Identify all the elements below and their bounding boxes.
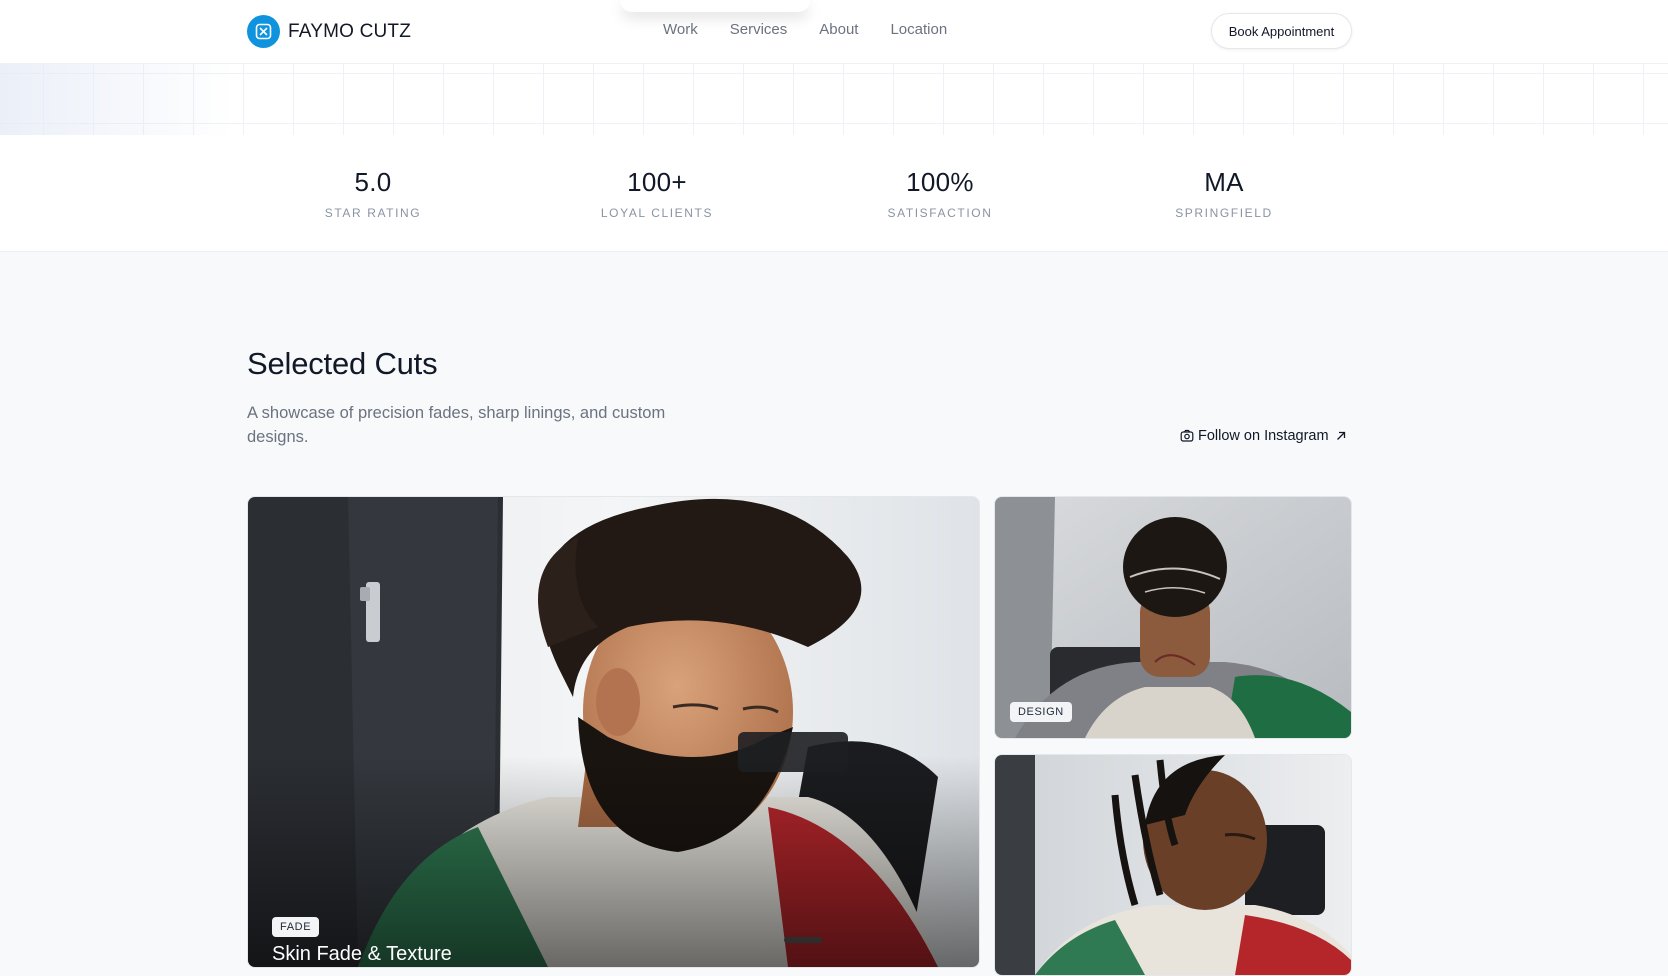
stat-value: 100+ xyxy=(627,167,687,197)
nav-shadow-decoration xyxy=(620,0,810,12)
nav-link-location[interactable]: Location xyxy=(890,21,947,38)
scroll-indicator xyxy=(784,937,822,943)
stat-value: 100% xyxy=(906,167,974,197)
brand-name: FAYMO CUTZ xyxy=(288,20,412,42)
barber-logo-icon xyxy=(247,15,280,48)
stat-value: MA xyxy=(1204,167,1244,197)
section-title: Selected Cuts xyxy=(247,346,438,381)
card-title: Skin Fade & Texture xyxy=(272,943,452,965)
nav-link-work[interactable]: Work xyxy=(663,21,698,38)
stat-label: STAR RATING xyxy=(324,206,422,220)
stat-clients: 100+ LOYAL CLIENTS xyxy=(537,167,777,220)
category-badge: DESIGN xyxy=(1010,702,1072,722)
stat-label: SPRINGFIELD xyxy=(1175,206,1273,220)
section-description: A showcase of precision fades, sharp lin… xyxy=(247,404,666,446)
nav-link-services[interactable]: Services xyxy=(730,21,788,38)
camera-icon xyxy=(1180,429,1194,443)
stat-location: MA SPRINGFIELD xyxy=(1104,167,1344,220)
brand-logo[interactable]: FAYMO CUTZ xyxy=(247,15,411,48)
stat-label: LOYAL CLIENTS xyxy=(600,206,714,220)
gallery-card-main[interactable]: FADE Skin Fade & Texture xyxy=(247,496,980,968)
nav-links: Work Services About Location xyxy=(663,21,979,38)
arrow-up-right-icon xyxy=(1335,430,1347,442)
book-appointment-button[interactable]: Book Appointment xyxy=(1211,13,1352,49)
stat-value: 5.0 xyxy=(354,167,392,197)
stat-label: SATISFACTION xyxy=(887,206,993,220)
haircut-photo-fade xyxy=(248,497,979,967)
stats-bar: 5.0 STAR RATING 100+ LOYAL CLIENTS 100% … xyxy=(0,135,1668,252)
haircut-photo-braids xyxy=(995,755,1351,975)
gallery-card-braids[interactable] xyxy=(994,754,1352,976)
top-navigation: FAYMO CUTZ Work Services About Location … xyxy=(0,0,1668,64)
hero-grid-background xyxy=(0,63,1668,136)
gallery-card-design[interactable]: DESIGN xyxy=(994,496,1352,739)
category-badge: FADE xyxy=(272,917,320,937)
nav-link-about[interactable]: About xyxy=(819,21,858,38)
stat-satisfaction: 100% SATISFACTION xyxy=(820,167,1060,220)
stat-rating: 5.0 STAR RATING xyxy=(253,167,493,220)
instagram-link[interactable]: Follow on Instagram xyxy=(1180,428,1347,444)
instagram-link-label: Follow on Instagram xyxy=(1198,428,1329,444)
